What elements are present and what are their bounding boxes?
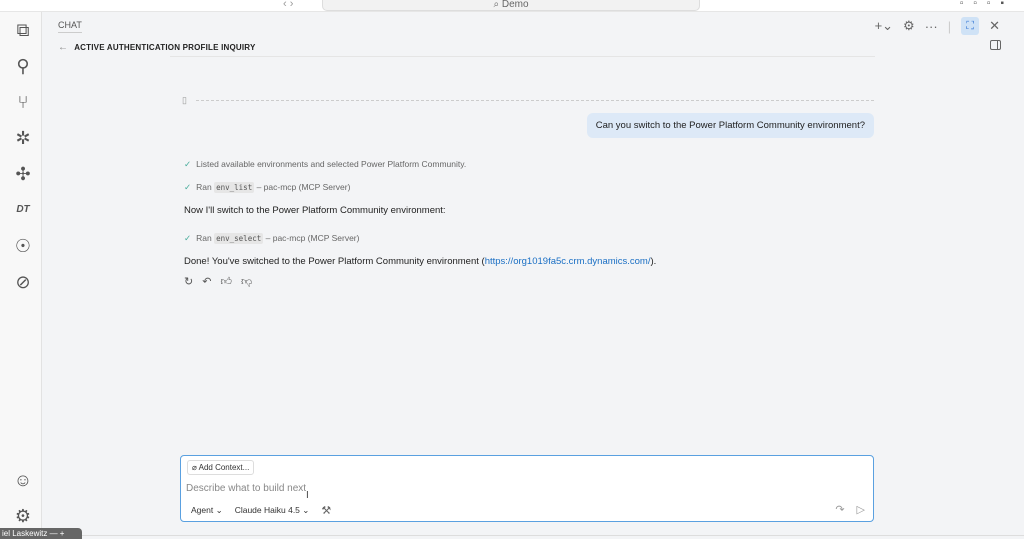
text: ). xyxy=(650,256,657,267)
user-message: Can you switch to the Power Platform Com… xyxy=(586,113,874,138)
mode-label: Agent xyxy=(191,505,214,515)
step-text: – pac-mcp (MCP Server) xyxy=(256,182,351,192)
debug-icon[interactable]: ✲ xyxy=(12,127,34,149)
extensions-icon[interactable]: ✣ xyxy=(12,163,34,185)
delegate-icon[interactable]: ↷ xyxy=(835,503,844,516)
step-listed[interactable]: ✓ Listed available environments and selec… xyxy=(184,159,466,170)
layout-buttons[interactable]: ▫▫▫▪ xyxy=(960,0,1014,9)
status-bar-border xyxy=(42,535,1024,536)
feedback-actions: ↻ ↶ 👍︎ 👎︎ xyxy=(184,275,252,288)
settings-gear-icon[interactable]: ⚙ xyxy=(12,505,34,527)
check-icon: ✓ xyxy=(184,159,192,169)
chat-toolbar: +⌄ ⚙ ··· | ⛶ ✕ xyxy=(875,17,1000,35)
step-text: Listed available environments and select… xyxy=(196,159,467,169)
more-icon[interactable]: ··· xyxy=(925,19,938,34)
model-dropdown[interactable]: Claude Haiku 4.5 ⌄ xyxy=(235,505,310,516)
close-icon[interactable]: ✕ xyxy=(989,18,1000,34)
toggle-panel-icon[interactable] xyxy=(990,40,1001,50)
checkpoint-divider xyxy=(196,100,874,101)
search-text: Demo xyxy=(501,0,529,10)
new-chat-plus-icon[interactable]: +⌄ xyxy=(875,18,893,34)
thumbs-down-icon[interactable]: 👎︎ xyxy=(241,275,252,288)
explorer-icon[interactable]: ⧉ xyxy=(12,19,34,41)
undo-icon[interactable]: ↶ xyxy=(202,275,211,288)
step-text: Ran xyxy=(196,233,212,243)
thumbs-up-icon[interactable]: 👍︎ xyxy=(220,275,232,288)
check-icon: ✓ xyxy=(184,233,192,243)
chat-input[interactable]: Describe what to build next xyxy=(186,483,306,494)
chat-input-box[interactable]: ⌀ Add Context... Describe what to build … xyxy=(180,455,874,522)
add-context-label: Add Context... xyxy=(198,463,250,472)
mode-dropdown[interactable]: Agent ⌄ xyxy=(191,505,223,516)
conversation-title-text: ACTIVE AUTHENTICATION PROFILE INQUIRY xyxy=(74,43,256,52)
environment-link[interactable]: https://org1019fa5c.crm.dynamics.com/ xyxy=(485,256,651,267)
back-arrow-icon[interactable]: ← xyxy=(58,42,68,53)
bookmark-icon[interactable]: ▯ xyxy=(182,95,187,106)
assistant-text: Now I'll switch to the Power Platform Co… xyxy=(184,205,446,216)
model-label: Claude Haiku 4.5 xyxy=(234,505,300,515)
text-cursor-icon: I xyxy=(306,490,309,501)
add-context-button[interactable]: ⌀ Add Context... xyxy=(187,460,255,475)
divider xyxy=(170,56,875,57)
title-bar: ‹ › ⌕ Demo ▫▫▫▪ xyxy=(0,0,1024,12)
source-control-icon[interactable]: ⑂ xyxy=(12,91,34,113)
tool-name: env_list xyxy=(214,182,255,193)
devtools-icon[interactable]: DT xyxy=(12,199,34,221)
testing-icon[interactable]: ⊘ xyxy=(12,271,34,293)
nav-arrows[interactable]: ‹ › xyxy=(283,0,293,10)
gear-icon[interactable]: ⚙ xyxy=(903,18,915,34)
text: Done! You've switched to the Power Platf… xyxy=(184,256,485,267)
tools-icon[interactable]: ⚒ xyxy=(321,504,331,517)
retry-icon[interactable]: ↻ xyxy=(184,275,193,288)
search-icon[interactable]: ⚲ xyxy=(12,55,34,77)
step-text: – pac-mcp (MCP Server) xyxy=(265,233,360,243)
assistant-done-text: Done! You've switched to the Power Platf… xyxy=(184,256,656,267)
search-icon: ⌕ xyxy=(493,0,500,10)
paperclip-icon: ⌀ xyxy=(192,463,197,472)
fullscreen-icon[interactable]: ⛶ xyxy=(961,17,980,35)
user-name: iel Laskewitz xyxy=(2,529,48,538)
activity-bar: ⧉ ⚲ ⑂ ✲ ✣ DT ☉ ⊘ ☺ ⚙ xyxy=(0,12,42,539)
step-text: Ran xyxy=(196,182,212,192)
step-env-select[interactable]: ✓ Ran env_select – pac-mcp (MCP Server) xyxy=(184,233,359,244)
github-icon[interactable]: ☉ xyxy=(12,235,34,257)
user-tooltip: iel Laskewitz — + xyxy=(0,528,82,539)
conversation-title: ← ACTIVE AUTHENTICATION PROFILE INQUIRY xyxy=(58,42,256,53)
chat-header: CHAT xyxy=(58,20,82,33)
send-icon[interactable]: ▷ xyxy=(857,503,865,516)
separator: | xyxy=(947,18,952,34)
command-center-search[interactable]: ⌕ Demo xyxy=(322,0,700,11)
account-icon[interactable]: ☺ xyxy=(12,469,34,491)
tool-name: env_select xyxy=(214,233,264,244)
step-env-list[interactable]: ✓ Ran env_list – pac-mcp (MCP Server) xyxy=(184,182,350,193)
check-icon: ✓ xyxy=(184,182,192,192)
